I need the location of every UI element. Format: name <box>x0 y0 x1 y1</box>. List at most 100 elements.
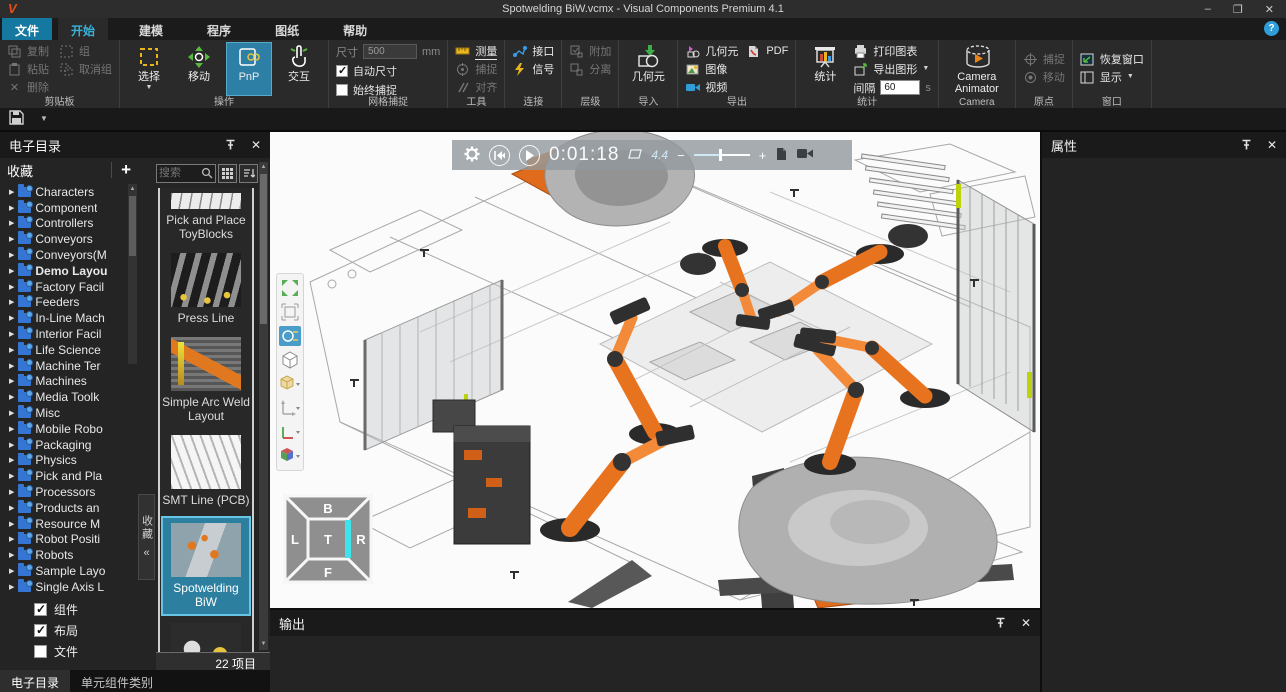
move-button[interactable]: 移动 <box>177 43 221 83</box>
catalog-filter-row[interactable]: 组件 <box>34 601 78 618</box>
catalog-tree-item[interactable]: ▶Mobile Robo <box>0 421 128 437</box>
catalog-item[interactable]: Spotwelding BiW <box>163 518 249 614</box>
export-pdf-button[interactable]: PDF <box>746 43 788 59</box>
export-geometry-button[interactable]: 几何元 <box>685 43 738 59</box>
catalog-tree-item[interactable]: ▶Misc <box>0 405 128 421</box>
search-input[interactable] <box>159 167 201 179</box>
catalog-tree-item[interactable]: ▶Single Axis L <box>0 579 128 594</box>
expander-icon[interactable]: ▶ <box>9 204 14 212</box>
expander-icon[interactable]: ▶ <box>9 298 14 306</box>
catalog-tree-item[interactable]: ▶Factory Facil <box>0 279 128 295</box>
minimize-button[interactable]: – <box>1205 3 1211 16</box>
wireframe-cube-button[interactable] <box>279 350 301 370</box>
qat-customize-caret[interactable]: ▼ <box>40 116 48 122</box>
catalog-item[interactable]: SMT Line (PCB) <box>160 430 252 514</box>
pin-icon[interactable] <box>225 139 236 151</box>
catalog-tree-item[interactable]: ▶Feeders <box>0 295 128 311</box>
expander-icon[interactable]: ▶ <box>9 504 14 512</box>
catalog-tree-item[interactable]: ▶Robots <box>0 547 128 563</box>
expander-icon[interactable]: ▶ <box>9 283 14 291</box>
catalog-tree-item[interactable]: ▶Physics <box>0 453 128 469</box>
catalog-tree-item[interactable]: ▶Pick and Pla <box>0 468 128 484</box>
save-button[interactable] <box>9 110 24 128</box>
tab-home[interactable]: 开始 <box>58 18 108 40</box>
expander-icon[interactable]: ▶ <box>9 267 14 275</box>
navigation-cube[interactable]: B L T R F <box>282 488 374 590</box>
viewport-3d[interactable]: 0:01:18 4.4 − + <box>270 132 1040 608</box>
measure-button[interactable]: 测量 <box>455 43 497 59</box>
output-pin-icon[interactable] <box>995 617 1006 629</box>
speed-decrease-button[interactable]: − <box>677 148 685 163</box>
print-charts-button[interactable]: 打印图表 <box>853 43 931 59</box>
expander-icon[interactable]: ▶ <box>9 441 14 449</box>
speed-slider[interactable] <box>694 149 750 161</box>
expander-icon[interactable]: ▶ <box>9 583 14 591</box>
output-close-icon[interactable]: ✕ <box>1021 616 1031 630</box>
fill-view-button[interactable] <box>279 302 301 322</box>
show-button[interactable]: 显示▼ <box>1080 69 1144 85</box>
origin-cube-button[interactable] <box>279 446 301 466</box>
help-icon[interactable]: ? <box>1264 21 1279 36</box>
select-button[interactable]: 选择▼ <box>127 43 171 91</box>
reset-simulation-button[interactable] <box>489 145 510 166</box>
speed-slider-handle[interactable] <box>719 149 722 161</box>
catalog-tree-item[interactable]: ▶In-Line Mach <box>0 310 128 326</box>
record-video-icon[interactable] <box>797 148 813 162</box>
sort-button[interactable] <box>239 164 258 183</box>
interact-button[interactable]: 交互 <box>277 43 321 83</box>
catalog-tree-item[interactable]: ▶Conveyors(M <box>0 247 128 263</box>
catalog-tree-item[interactable]: ▶Machines <box>0 374 128 390</box>
filter-checkbox[interactable] <box>34 603 47 616</box>
shaded-cube-button[interactable] <box>279 374 301 394</box>
tab-file[interactable]: 文件 <box>2 18 52 40</box>
simulation-settings-gear-icon[interactable] <box>464 146 480 165</box>
select-dropdown-caret[interactable]: ▼ <box>146 85 153 91</box>
expander-icon[interactable]: ▶ <box>9 551 14 559</box>
catalog-tree-item[interactable]: ▶Resource M <box>0 516 128 532</box>
expander-icon[interactable]: ▶ <box>9 235 14 243</box>
catalog-tree-item[interactable]: ▶Sample Layo <box>0 563 128 579</box>
catalog-item[interactable]: Pick and Place ToyBlocks <box>160 188 252 248</box>
tab-modeling[interactable]: 建模 <box>126 18 176 40</box>
expander-icon[interactable]: ▶ <box>9 535 14 543</box>
add-collection-button[interactable]: + <box>111 162 131 178</box>
catalog-tree-item[interactable]: ▶Characters <box>0 184 128 200</box>
interfaces-button[interactable]: 接口 <box>512 43 554 59</box>
play-button[interactable] <box>519 145 540 166</box>
catalog-item[interactable]: Simple Arc Weld Layout <box>160 332 252 430</box>
expander-icon[interactable]: ▶ <box>9 425 14 433</box>
tree-scrollbar[interactable]: ▲ <box>128 184 137 364</box>
catalog-tree-item[interactable]: ▶Conveyors <box>0 231 128 247</box>
export-image-button[interactable]: 图像 <box>685 61 738 77</box>
expander-icon[interactable]: ▶ <box>9 456 14 464</box>
speed-mode-icon[interactable] <box>628 148 642 163</box>
tab-cell-component-category[interactable]: 单元组件类别 <box>70 670 164 692</box>
expander-icon[interactable]: ▶ <box>9 488 14 496</box>
close-button[interactable]: ✕ <box>1265 3 1274 16</box>
restore-windows-button[interactable]: 恢复窗口 <box>1080 51 1144 67</box>
camera-animator-button[interactable]: Camera Animator <box>946 43 1008 95</box>
viewport-3d-scene[interactable] <box>270 132 1040 608</box>
catalog-tree-item[interactable]: ▶Packaging <box>0 437 128 453</box>
catalog-item[interactable]: Press Line <box>160 248 252 332</box>
catalog-tree-item[interactable]: ▶Demo Layou <box>0 263 128 279</box>
catalog-tree-item[interactable]: ▶Processors <box>0 484 128 500</box>
close-panel-icon[interactable]: ✕ <box>251 138 261 152</box>
tab-ecatalog[interactable]: 电子目录 <box>0 670 70 692</box>
auto-size-checkbox-row[interactable]: 自动尺寸 <box>336 62 440 79</box>
catalog-tree-item[interactable]: ▶Robot Positi <box>0 532 128 548</box>
expander-icon[interactable]: ▶ <box>9 409 14 417</box>
catalog-tree-item[interactable]: ▶Life Science <box>0 342 128 358</box>
expander-icon[interactable]: ▶ <box>9 219 14 227</box>
fit-view-button[interactable] <box>279 278 301 298</box>
filter-checkbox[interactable] <box>34 645 47 658</box>
catalog-filter-row[interactable]: 布局 <box>34 622 78 639</box>
tab-drawing[interactable]: 图纸 <box>262 18 312 40</box>
favorites-collapse-strip[interactable]: 收藏 « <box>138 494 155 580</box>
grid-view-button[interactable] <box>218 164 237 183</box>
filter-checkbox[interactable] <box>34 624 47 637</box>
signals-button[interactable]: 信号 <box>512 61 554 77</box>
expander-icon[interactable]: ▶ <box>9 567 14 575</box>
properties-pin-icon[interactable] <box>1241 139 1252 151</box>
statistics-button[interactable]: 统计 <box>803 43 847 83</box>
